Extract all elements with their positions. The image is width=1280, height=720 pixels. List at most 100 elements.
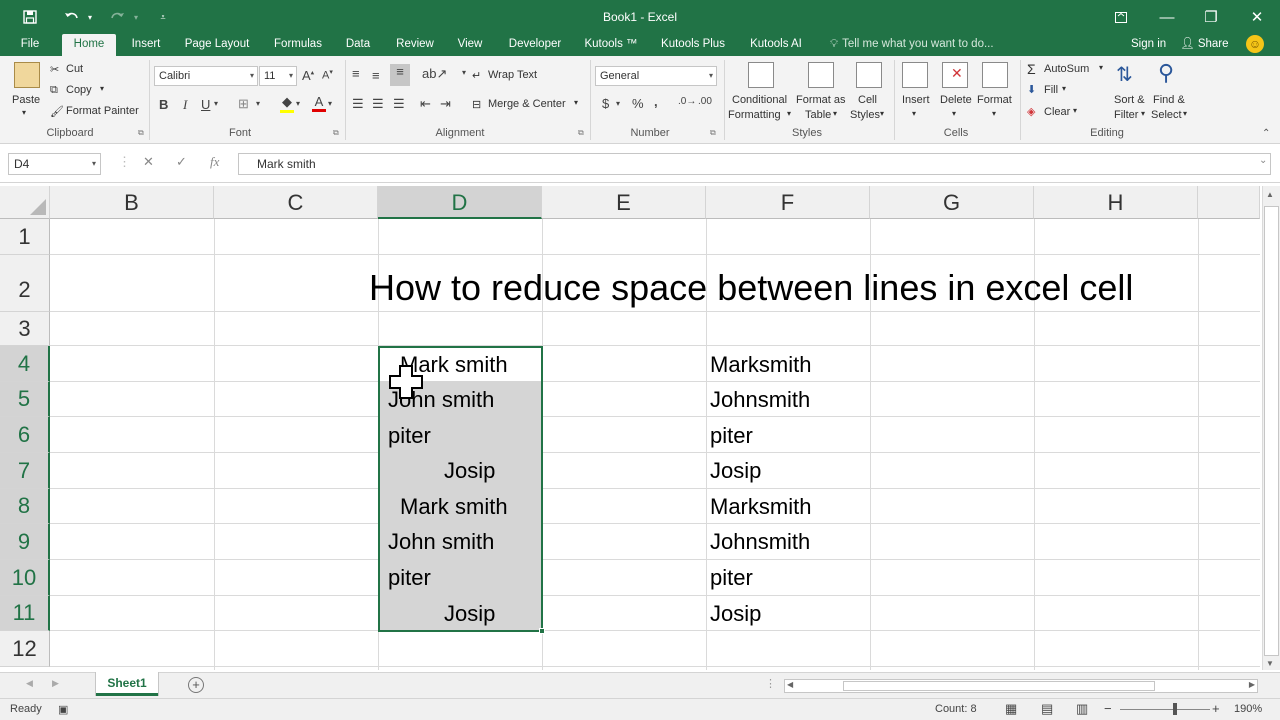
- tab-kutools[interactable]: Kutools ™: [580, 34, 642, 56]
- name-box[interactable]: D4 ▾: [8, 153, 101, 175]
- tab-view[interactable]: View: [452, 34, 488, 56]
- zoom-slider-track[interactable]: [1120, 709, 1210, 710]
- sign-in-link[interactable]: Sign in: [1131, 34, 1166, 56]
- conditional-formatting-label-2[interactable]: Formatting: [728, 109, 781, 121]
- column-header-f[interactable]: F: [706, 186, 870, 219]
- increase-indent-icon[interactable]: ⇥: [440, 96, 451, 112]
- tab-page-layout[interactable]: Page Layout: [180, 34, 254, 56]
- font-name-select[interactable]: Calibri ▾: [154, 66, 258, 86]
- column-header-h[interactable]: H: [1034, 186, 1198, 219]
- cell-f7[interactable]: Josip: [710, 453, 761, 488]
- autosum-dropdown-icon[interactable]: ▾: [1099, 63, 1103, 72]
- font-color-icon[interactable]: A: [312, 94, 326, 112]
- decrease-font-size-icon[interactable]: A▾: [322, 68, 333, 82]
- decrease-indent-icon[interactable]: ⇤: [420, 96, 431, 112]
- scroll-tabs-right-icon[interactable]: ▶: [52, 678, 59, 689]
- row-header-6[interactable]: 6: [0, 417, 50, 453]
- scroll-right-icon[interactable]: ▶: [1249, 680, 1255, 689]
- bottom-align-icon[interactable]: ≡: [390, 64, 410, 86]
- clear-dropdown-icon[interactable]: ▾: [1073, 106, 1077, 115]
- cell-f10[interactable]: piter: [710, 560, 753, 595]
- tab-data[interactable]: Data: [340, 34, 376, 56]
- tab-formulas[interactable]: Formulas: [268, 34, 328, 56]
- ribbon-display-options-icon[interactable]: [1098, 0, 1144, 34]
- sort-filter-label-1[interactable]: Sort &: [1114, 94, 1145, 106]
- tab-kutools-plus[interactable]: Kutools Plus: [656, 34, 730, 56]
- font-color-dropdown-icon[interactable]: ▾: [328, 99, 332, 108]
- format-as-table-label-1[interactable]: Format as: [796, 94, 846, 106]
- row-header-4[interactable]: 4: [0, 346, 50, 382]
- cell-d9[interactable]: John smith: [388, 524, 494, 559]
- italic-button[interactable]: I: [183, 97, 187, 113]
- tab-home[interactable]: Home: [62, 34, 116, 56]
- column-header-partial[interactable]: [1198, 186, 1260, 219]
- top-align-icon[interactable]: ≡: [352, 66, 360, 81]
- cell-styles-dropdown-icon[interactable]: ▾: [880, 109, 884, 118]
- cancel-icon[interactable]: ✕: [143, 154, 154, 170]
- cell-f8[interactable]: Marksmith: [710, 489, 811, 524]
- merge-center-button[interactable]: Merge & Center: [488, 98, 566, 110]
- percent-button[interactable]: %: [632, 96, 644, 111]
- tab-splitter-icon[interactable]: ⋮: [765, 677, 776, 690]
- align-center-icon[interactable]: ☰: [372, 96, 384, 112]
- row-header-8[interactable]: 8: [0, 489, 50, 524]
- cell-f11[interactable]: Josip: [710, 596, 761, 631]
- increase-font-size-icon[interactable]: A▴: [302, 68, 314, 83]
- page-break-view-icon[interactable]: ▥: [1076, 701, 1088, 717]
- row-header-7[interactable]: 7: [0, 453, 50, 489]
- cell-d6[interactable]: piter: [388, 418, 431, 453]
- autosum-button[interactable]: AutoSum: [1044, 63, 1089, 75]
- fill-color-icon[interactable]: ◆: [280, 94, 294, 113]
- insert-function-icon[interactable]: fx: [210, 154, 219, 170]
- font-launcher-icon[interactable]: ⧉: [333, 128, 339, 138]
- paste-icon[interactable]: [14, 62, 40, 88]
- zoom-slider-thumb[interactable]: [1173, 703, 1177, 715]
- wrap-text-button[interactable]: Wrap Text: [488, 69, 537, 81]
- cell-styles-label-1[interactable]: Cell: [858, 94, 877, 106]
- fill-handle[interactable]: [539, 628, 545, 634]
- column-header-c[interactable]: C: [214, 186, 378, 219]
- scroll-tabs-left-icon[interactable]: ◀: [26, 678, 33, 689]
- orientation-icon[interactable]: ab↗: [422, 66, 447, 82]
- page-layout-view-icon[interactable]: ▤: [1041, 701, 1053, 717]
- number-launcher-icon[interactable]: ⧉: [710, 128, 716, 138]
- minimize-button[interactable]: —: [1144, 0, 1190, 34]
- find-select-label-2[interactable]: Select: [1151, 109, 1182, 121]
- fill-color-dropdown-icon[interactable]: ▾: [296, 99, 300, 108]
- cut-button[interactable]: Cut: [66, 63, 83, 75]
- row-header-5[interactable]: 5: [0, 382, 50, 417]
- paste-dropdown-icon[interactable]: ▾: [22, 108, 26, 117]
- increase-decimal-icon[interactable]: .0→: [678, 96, 696, 107]
- macro-recording-icon[interactable]: ▣: [58, 703, 68, 716]
- cell-title[interactable]: How to reduce space between lines in exc…: [369, 268, 1133, 308]
- cell-d8[interactable]: Mark smith: [400, 489, 508, 524]
- cell-f4[interactable]: Marksmith: [710, 347, 811, 382]
- format-cells-button[interactable]: Format: [977, 94, 1012, 106]
- conditional-formatting-label-1[interactable]: Conditional: [732, 94, 787, 106]
- format-as-table-label-2[interactable]: Table: [805, 109, 831, 121]
- scroll-down-icon[interactable]: ▼: [1266, 659, 1274, 668]
- format-as-table-dropdown-icon[interactable]: ▾: [833, 109, 837, 118]
- horizontal-scroll-thumb[interactable]: [843, 681, 1155, 691]
- horizontal-scrollbar[interactable]: ◀ ▶: [784, 679, 1258, 693]
- font-size-select[interactable]: 11 ▾: [259, 66, 297, 86]
- fill-button[interactable]: Fill: [1044, 84, 1058, 96]
- decrease-decimal-icon[interactable]: .00: [698, 96, 712, 107]
- cell-d11[interactable]: Josip: [444, 596, 495, 631]
- cell-styles-label-2[interactable]: Styles: [850, 109, 880, 121]
- column-header-d[interactable]: D: [378, 186, 542, 219]
- bold-button[interactable]: B: [159, 97, 168, 112]
- tab-review[interactable]: Review: [390, 34, 440, 56]
- tab-insert[interactable]: Insert: [124, 34, 168, 56]
- borders-dropdown-icon[interactable]: ▾: [256, 99, 260, 108]
- row-header-11[interactable]: 11: [0, 596, 50, 631]
- scroll-up-icon[interactable]: ▲: [1266, 190, 1274, 199]
- column-header-b[interactable]: B: [50, 186, 214, 219]
- format-dropdown-icon[interactable]: ▾: [992, 109, 996, 118]
- align-left-icon[interactable]: ☰: [352, 96, 364, 112]
- sort-filter-dropdown-icon[interactable]: ▾: [1141, 109, 1145, 118]
- column-header-e[interactable]: E: [542, 186, 706, 219]
- row-header-2[interactable]: 2: [0, 255, 50, 312]
- find-select-dropdown-icon[interactable]: ▾: [1183, 109, 1187, 118]
- number-format-select[interactable]: General ▾: [595, 66, 717, 86]
